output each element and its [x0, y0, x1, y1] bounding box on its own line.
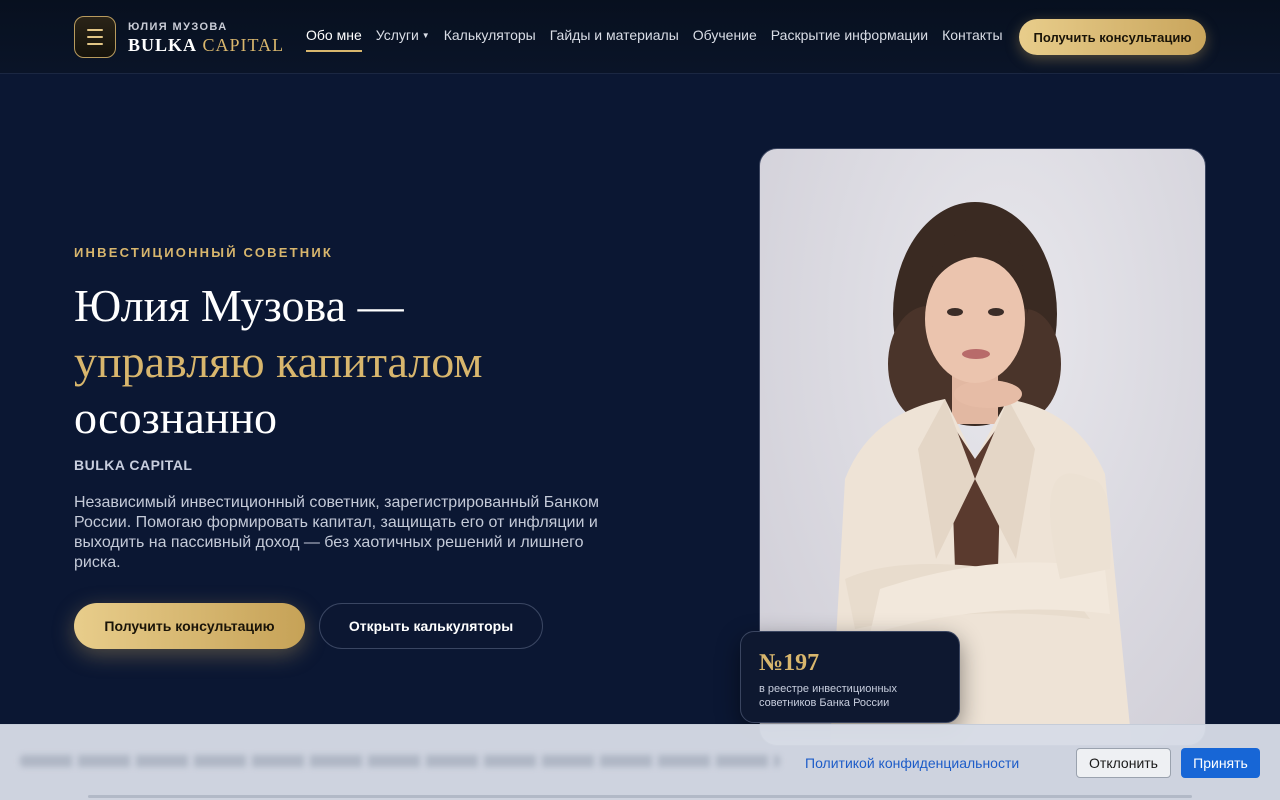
- nav-item-disclosure[interactable]: Раскрытие информации: [771, 26, 928, 45]
- nav-item-contacts[interactable]: Контакты: [942, 26, 1002, 45]
- nav-item-services-label: Услуги: [375, 27, 419, 43]
- hamburger-menu-icon[interactable]: [74, 16, 116, 58]
- brand-name-part1: BULKA: [128, 35, 198, 55]
- nav-item-services[interactable]: Услуги ▼: [376, 26, 430, 45]
- cookie-decline-button[interactable]: Отклонить: [1076, 748, 1171, 778]
- nav-item-calculators[interactable]: Калькуляторы: [444, 26, 536, 45]
- brand-name-part2: CAPITAL: [202, 35, 285, 55]
- open-calculators-button[interactable]: Открыть калькуляторы: [319, 603, 543, 649]
- hero-title-line2: управляю капиталом: [74, 336, 483, 387]
- cookie-divider: [88, 795, 1192, 798]
- header-consultation-button[interactable]: Получить консультацию: [1019, 19, 1206, 55]
- cookie-consent-bar: Политикой конфиденциальности Отклонить П…: [0, 724, 1280, 800]
- site-header: ЮЛИЯ МУЗОВА BULKA CAPITAL Обо мне Услуги…: [0, 0, 1280, 74]
- brand-top-text: ЮЛИЯ МУЗОВА: [128, 21, 228, 33]
- get-consultation-button[interactable]: Получить консультацию: [74, 603, 305, 649]
- main-nav: Обо мне Услуги ▼ Калькуляторы Гайды и мат…: [306, 26, 1017, 52]
- hero-sub-brand: BULKA CAPITAL: [74, 457, 193, 473]
- registry-number: №197: [759, 650, 820, 676]
- chevron-down-icon: ▼: [421, 31, 430, 40]
- hero-title: Юлия Музова — управляю капиталом осознан…: [74, 278, 674, 446]
- brand-logo[interactable]: ЮЛИЯ МУЗОВА BULKA CAPITAL: [128, 21, 284, 56]
- nav-item-about[interactable]: Обо мне: [306, 26, 362, 52]
- hero-eyebrow: ИНВЕСТИЦИОННЫЙ СОВЕТНИК: [74, 245, 333, 260]
- hero-title-line1: Юлия Музова —: [74, 280, 404, 331]
- hero-lead-text: Независимый инвестиционный советник, зар…: [74, 494, 600, 571]
- privacy-policy-link[interactable]: Политикой конфиденциальности: [805, 755, 1019, 771]
- cookie-accept-button[interactable]: Принять: [1181, 748, 1260, 778]
- hero-title-line3: осознанно: [74, 392, 278, 443]
- nav-item-guides[interactable]: Гайды и материалы: [550, 26, 679, 45]
- brand-name: BULKA CAPITAL: [128, 34, 284, 56]
- registry-badge: №197 в реестре инвестиционных советников…: [740, 631, 960, 723]
- nav-item-education[interactable]: Обучение: [693, 26, 757, 45]
- registry-caption: в реестре инвестиционных советников Банк…: [759, 683, 897, 709]
- cookie-text-blurred: [20, 755, 780, 767]
